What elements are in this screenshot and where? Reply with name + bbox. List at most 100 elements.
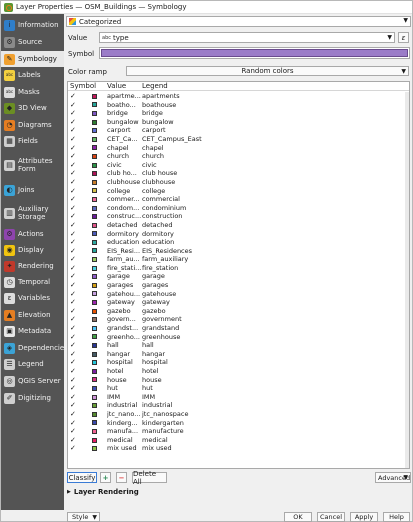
checkbox-checked-icon[interactable]: ✓: [70, 230, 76, 239]
category-symbol-swatch[interactable]: [92, 196, 97, 202]
category-row[interactable]: ✓ grandst... grandstand: [68, 324, 409, 333]
category-row[interactable]: ✓ bungalow bungalow: [68, 118, 409, 127]
category-symbol-swatch[interactable]: [92, 136, 97, 142]
category-row[interactable]: ✓ fire_stati... fire_station: [68, 264, 409, 273]
category-symbol-swatch[interactable]: [92, 222, 97, 228]
category-row[interactable]: ✓ education education: [68, 238, 409, 247]
checkbox-checked-icon[interactable]: ✓: [70, 187, 76, 196]
checkbox-checked-icon[interactable]: ✓: [70, 135, 76, 144]
sidebar-item-variables[interactable]: ε Variables: [1, 290, 64, 306]
checkbox-checked-icon[interactable]: ✓: [70, 169, 76, 178]
category-symbol-swatch[interactable]: [92, 231, 97, 237]
category-row[interactable]: ✓ govern... government: [68, 315, 409, 324]
category-row[interactable]: ✓ gazebo gazebo: [68, 307, 409, 316]
category-symbol-swatch[interactable]: [92, 403, 97, 409]
category-row[interactable]: ✓ college college: [68, 187, 409, 196]
category-row[interactable]: ✓ bridge bridge: [68, 109, 409, 118]
header-legend[interactable]: Legend: [142, 82, 168, 90]
category-row[interactable]: ✓ apartme... apartments: [68, 92, 409, 101]
category-row[interactable]: ✓ clubhouse clubhouse: [68, 178, 409, 187]
sidebar-item-digitizing[interactable]: ✐ Digitizing: [1, 390, 64, 406]
checkbox-checked-icon[interactable]: ✓: [70, 393, 76, 402]
checkbox-checked-icon[interactable]: ✓: [70, 410, 76, 419]
category-symbol-swatch[interactable]: [92, 428, 97, 434]
category-row[interactable]: ✓ garages garages: [68, 281, 409, 290]
sidebar-item-fields[interactable]: ▦ Fields: [1, 133, 64, 149]
checkbox-checked-icon[interactable]: ✓: [70, 401, 76, 410]
category-row[interactable]: ✓ house house: [68, 376, 409, 385]
sidebar-item-3d-view[interactable]: ◆ 3D View: [1, 100, 64, 116]
category-symbol-swatch[interactable]: [92, 343, 97, 349]
symbol-button[interactable]: [99, 47, 410, 59]
checkbox-checked-icon[interactable]: ✓: [70, 92, 76, 101]
category-symbol-swatch[interactable]: [92, 282, 97, 288]
category-symbol-swatch[interactable]: [92, 265, 97, 271]
checkbox-checked-icon[interactable]: ✓: [70, 272, 76, 281]
category-symbol-swatch[interactable]: [92, 162, 97, 168]
remove-category-button[interactable]: −: [116, 472, 127, 483]
checkbox-checked-icon[interactable]: ✓: [70, 436, 76, 445]
category-row[interactable]: ✓ hotel hotel: [68, 367, 409, 376]
apply-button[interactable]: Apply: [350, 512, 378, 522]
category-row[interactable]: ✓ church church: [68, 152, 409, 161]
category-symbol-swatch[interactable]: [92, 308, 97, 314]
category-row[interactable]: ✓ greenho... greenhouse: [68, 333, 409, 342]
checkbox-checked-icon[interactable]: ✓: [70, 255, 76, 264]
category-symbol-swatch[interactable]: [92, 188, 97, 194]
category-symbol-swatch[interactable]: [92, 291, 97, 297]
category-row[interactable]: ✓ boatho... boathouse: [68, 101, 409, 110]
checkbox-checked-icon[interactable]: ✓: [70, 109, 76, 118]
renderer-dropdown[interactable]: Categorized ▼: [66, 16, 411, 27]
checkbox-checked-icon[interactable]: ✓: [70, 144, 76, 153]
checkbox-checked-icon[interactable]: ✓: [70, 118, 76, 127]
checkbox-checked-icon[interactable]: ✓: [70, 367, 76, 376]
checkbox-checked-icon[interactable]: ✓: [70, 281, 76, 290]
category-symbol-swatch[interactable]: [92, 274, 97, 280]
checkbox-checked-icon[interactable]: ✓: [70, 341, 76, 350]
sidebar-item-joins[interactable]: ◐ Joins: [1, 182, 64, 198]
category-symbol-swatch[interactable]: [92, 317, 97, 323]
sidebar-item-information[interactable]: i Information: [1, 17, 64, 33]
category-symbol-swatch[interactable]: [92, 153, 97, 159]
expression-button[interactable]: ε: [398, 32, 409, 43]
category-symbol-swatch[interactable]: [92, 437, 97, 443]
category-symbol-swatch[interactable]: [92, 179, 97, 185]
layer-rendering-group[interactable]: ▶ Layer Rendering: [67, 488, 139, 496]
category-row[interactable]: ✓ jtc_nano... jtc_nanospace: [68, 410, 409, 419]
sidebar-item-dependencies[interactable]: ◈ Dependencies: [1, 340, 68, 356]
category-row[interactable]: ✓ chapel chapel: [68, 144, 409, 153]
checkbox-checked-icon[interactable]: ✓: [70, 178, 76, 187]
checkbox-checked-icon[interactable]: ✓: [70, 126, 76, 135]
category-symbol-swatch[interactable]: [92, 128, 97, 134]
sidebar-item-legend[interactable]: ☰ Legend: [1, 356, 64, 372]
category-symbol-swatch[interactable]: [92, 300, 97, 306]
sidebar-item-metadata[interactable]: ▣ Metadata: [1, 323, 64, 339]
checkbox-checked-icon[interactable]: ✓: [70, 324, 76, 333]
category-row[interactable]: ✓ gatehou... gatehouse: [68, 290, 409, 299]
advanced-dropdown[interactable]: Advanced ▼: [375, 472, 411, 483]
category-row[interactable]: ✓ hospital hospital: [68, 358, 409, 367]
category-symbol-swatch[interactable]: [92, 394, 97, 400]
checkbox-checked-icon[interactable]: ✓: [70, 152, 76, 161]
category-row[interactable]: ✓ detached detached: [68, 221, 409, 230]
style-menu-button[interactable]: Style ▼: [67, 512, 100, 522]
sidebar-item-elevation[interactable]: ▲ Elevation: [1, 307, 64, 323]
checkbox-checked-icon[interactable]: ✓: [70, 307, 76, 316]
category-row[interactable]: ✓ CET_Ca... CET_Campus_East: [68, 135, 409, 144]
sidebar-item-labels[interactable]: abc Labels: [1, 67, 64, 83]
category-row[interactable]: ✓ EIS_Resi... EIS_Residences: [68, 247, 409, 256]
category-row[interactable]: ✓ farm_au... farm_auxiliary: [68, 255, 409, 264]
header-value[interactable]: Value: [107, 82, 126, 90]
category-symbol-swatch[interactable]: [92, 334, 97, 340]
category-symbol-swatch[interactable]: [92, 102, 97, 108]
category-row[interactable]: ✓ carport carport: [68, 126, 409, 135]
category-row[interactable]: ✓ gateway gateway: [68, 298, 409, 307]
category-symbol-swatch[interactable]: [92, 145, 97, 151]
category-symbol-swatch[interactable]: [92, 171, 97, 177]
category-row[interactable]: ✓ commer... commercial: [68, 195, 409, 204]
color-ramp-button[interactable]: Random colors ▼: [126, 66, 409, 76]
category-row[interactable]: ✓ kinderg... kindergarten: [68, 419, 409, 428]
checkbox-checked-icon[interactable]: ✓: [70, 101, 76, 110]
checkbox-checked-icon[interactable]: ✓: [70, 247, 76, 256]
checkbox-checked-icon[interactable]: ✓: [70, 358, 76, 367]
